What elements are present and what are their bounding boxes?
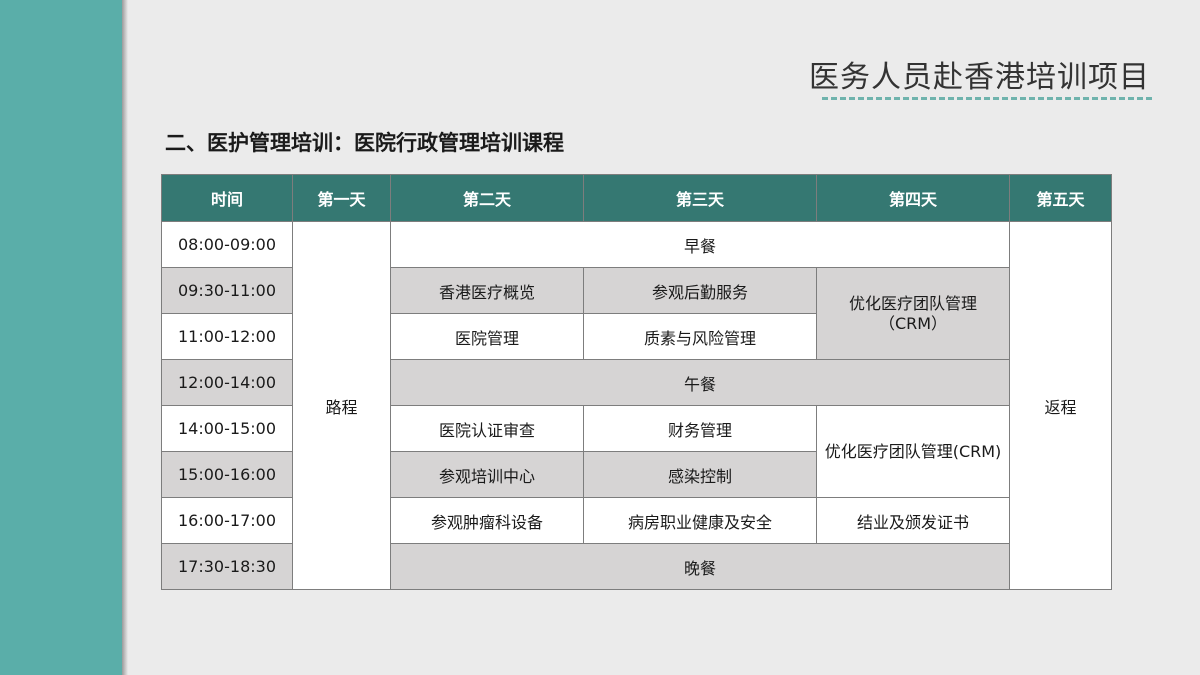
header-day1: 第一天 bbox=[292, 174, 391, 222]
course-cell: 医院管理 bbox=[390, 313, 584, 360]
course-cell: 质素与风险管理 bbox=[583, 313, 817, 360]
course-cell: 参观肿瘤科设备 bbox=[390, 497, 584, 544]
header-day2: 第二天 bbox=[390, 174, 584, 222]
table-row: 08:00-09:00 路程 早餐 返程 bbox=[161, 221, 1112, 590]
course-cell: 参观后勤服务 bbox=[583, 267, 817, 314]
time-cell: 17:30-18:30 bbox=[161, 543, 293, 590]
dinner-cell: 晚餐 bbox=[390, 543, 1010, 590]
lunch-cell: 午餐 bbox=[390, 359, 1010, 406]
header-day3: 第三天 bbox=[583, 174, 817, 222]
section-title: 二、医护管理培训：医院行政管理培训课程 bbox=[165, 131, 564, 155]
header-day5: 第五天 bbox=[1009, 174, 1112, 222]
table-header-row: 时间 第一天 第二天 第三天 第四天 第五天 bbox=[161, 174, 1112, 222]
header-day4: 第四天 bbox=[816, 174, 1010, 222]
time-cell: 14:00-15:00 bbox=[161, 405, 293, 452]
time-cell: 09:30-11:00 bbox=[161, 267, 293, 314]
course-cell: 病房职业健康及安全 bbox=[583, 497, 817, 544]
course-cell: 优化医疗团队管理(CRM) bbox=[816, 405, 1010, 498]
course-cell: 财务管理 bbox=[583, 405, 817, 452]
time-cell: 12:00-14:00 bbox=[161, 359, 293, 406]
day5-return-cell: 返程 bbox=[1009, 221, 1112, 590]
sidebar-shadow bbox=[122, 0, 128, 675]
course-cell: 医院认证审查 bbox=[390, 405, 584, 452]
header-underline bbox=[822, 97, 1152, 100]
day1-travel-cell: 路程 bbox=[292, 221, 391, 590]
slide-header-title: 医务人员赴香港培训项目 bbox=[809, 60, 1150, 95]
course-cell: 参观培训中心 bbox=[390, 451, 584, 498]
time-cell: 11:00-12:00 bbox=[161, 313, 293, 360]
time-cell: 15:00-16:00 bbox=[161, 451, 293, 498]
schedule-table: 时间 第一天 第二天 第三天 第四天 第五天 08:00-09:00 路程 早餐… bbox=[161, 174, 1112, 590]
breakfast-cell: 早餐 bbox=[390, 221, 1010, 268]
course-cell: 香港医疗概览 bbox=[390, 267, 584, 314]
course-cell: 结业及颁发证书 bbox=[816, 497, 1010, 544]
sidebar-accent bbox=[0, 0, 122, 675]
time-cell: 08:00-09:00 bbox=[161, 221, 293, 268]
header-time: 时间 bbox=[161, 174, 293, 222]
course-cell: 感染控制 bbox=[583, 451, 817, 498]
course-cell: 优化医疗团队管理（CRM） bbox=[816, 267, 1010, 360]
time-cell: 16:00-17:00 bbox=[161, 497, 293, 544]
